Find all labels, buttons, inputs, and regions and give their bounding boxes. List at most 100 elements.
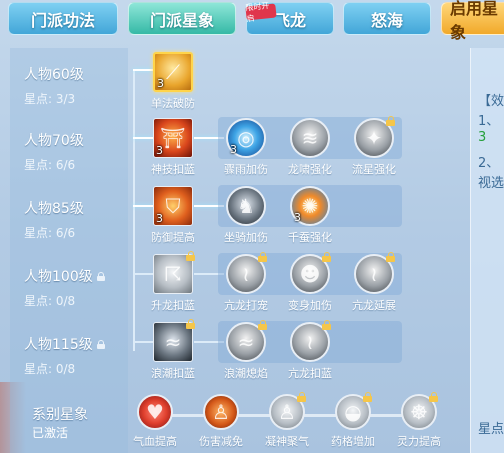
skill-count: 3	[156, 212, 163, 225]
series-label: 气血提高	[133, 435, 177, 448]
series-label: 伤害减免	[199, 435, 243, 448]
series-row: 系别星象 已激活 ♥ 气血提高 ♙ 伤害减免 ♙ 凝神聚气 ◒ 药格增加 ☸ 灵…	[0, 388, 504, 453]
lock-icon	[363, 392, 373, 403]
tier-points: 星点: 6/6	[24, 226, 76, 240]
lock-icon	[322, 320, 332, 331]
series-label: 灵力提高	[397, 435, 441, 448]
skill-count: 3	[230, 143, 237, 156]
series-label: 药格增加	[331, 435, 375, 448]
skill-node[interactable]: ✦ 流星强化	[342, 116, 406, 177]
effect-line: 1、	[478, 114, 500, 129]
skill-label: 坐骑加伤	[224, 231, 268, 244]
series-status: 已激活	[32, 426, 69, 440]
skill-label: 亢龙延展	[352, 299, 396, 312]
potion-icon: ◒	[335, 392, 373, 430]
tier-points: 星点: 0/8	[24, 294, 76, 308]
tier-115: 人物115级 星点: 0/8	[24, 334, 105, 377]
skill-label: 神技扣蓝	[151, 163, 195, 176]
tab-sect-stars[interactable]: 门派星象	[128, 2, 236, 35]
skill-node[interactable]: ⟋ 3 单法破防	[141, 52, 205, 111]
dragon-extend-icon: ≀	[354, 252, 395, 294]
series-node[interactable]: ☸ 灵力提高	[387, 392, 451, 449]
skill-count: 3	[157, 77, 164, 90]
tier-points: 星点: 6/6	[24, 158, 76, 172]
skill-node[interactable]: ✺ 3 千蚕强化	[278, 186, 342, 245]
mount-icon: ♞	[226, 186, 266, 226]
lock-icon	[186, 251, 196, 262]
dragon-mana-icon: ≀	[290, 320, 332, 362]
lock-icon	[96, 339, 105, 349]
skill-label: 单法破防	[151, 97, 195, 110]
effect-line: 视选	[478, 176, 504, 191]
skill-node[interactable]: ⛉ 3 防御提高	[141, 186, 205, 245]
skill-node[interactable]: ◎ 3 骤雨加伤	[214, 118, 278, 177]
series-label: 凝神聚气	[265, 435, 309, 448]
skill-label: 浪潮扣蓝	[151, 367, 195, 380]
tier-85: 人物85级 星点: 6/6	[24, 198, 84, 241]
series-node[interactable]: ♥ 气血提高	[123, 394, 187, 449]
wave-icon: ≈	[153, 319, 196, 362]
activate-stars-button[interactable]: 启用星象	[441, 0, 504, 42]
skill-node[interactable]: ≀ 亢龙延展	[342, 252, 406, 313]
limited-time-badge: 限时开启	[245, 1, 277, 24]
tier-100: 人物100级 星点: 0/8	[24, 266, 105, 309]
skill-label: 防御提高	[151, 231, 195, 244]
skill-node[interactable]: ⛩ 3 神技扣蓝	[141, 118, 205, 177]
rising-dragon-icon: ☈	[153, 251, 196, 294]
focus-icon: ♙	[269, 392, 307, 430]
tier-level: 人物115级	[24, 337, 93, 353]
lock-icon	[386, 116, 396, 127]
skill-label: 升龙扣蓝	[151, 299, 195, 312]
skill-count: 3	[294, 211, 301, 224]
skill-label: 浪潮熄焰	[224, 367, 268, 380]
lock-icon	[322, 252, 332, 263]
staff-icon: ⟋ 3	[153, 52, 193, 92]
series-node[interactable]: ♙ 伤害减免	[189, 394, 253, 449]
skill-node[interactable]: ≀ 亢龙扣蓝	[278, 320, 342, 381]
tier-level: 人物60级	[24, 67, 84, 83]
star-points-label: 星点	[478, 422, 504, 437]
tab-sect-skills[interactable]: 门派功法	[8, 2, 118, 35]
series-node[interactable]: ◒ 药格增加	[321, 392, 385, 449]
warrior-icon: ♙	[203, 394, 239, 430]
silkworm-icon: ✺ 3	[290, 186, 330, 226]
lock-icon	[258, 252, 268, 263]
tier-60: 人物60级 星点: 3/3	[24, 64, 84, 107]
skill-node[interactable]: ♞ 坐骑加伤	[214, 186, 278, 245]
dragon-strike-icon: ≀	[226, 252, 268, 294]
shield-icon: ⛉ 3	[153, 186, 193, 226]
skill-label: 骤雨加伤	[224, 163, 268, 176]
wave-flame-icon: ≈	[226, 320, 267, 362]
skill-node[interactable]: ≋ 龙啸强化	[278, 118, 342, 177]
tab-bar: 门派功法 门派星象 飞龙 限时开启 怒海 启用星象	[0, 0, 504, 42]
dragon-roar-icon: ≋	[290, 118, 330, 158]
skill-node[interactable]: ≀ 亢龙打宠	[214, 252, 278, 313]
lock-icon	[297, 392, 307, 403]
skill-label: 亢龙扣蓝	[288, 367, 332, 380]
tier-points: 星点: 0/8	[24, 362, 76, 376]
tier-level: 人物100级	[24, 269, 93, 285]
tab-angry-sea[interactable]: 怒海	[343, 2, 431, 35]
skill-label: 千蚕强化	[288, 231, 332, 244]
tier-level: 人物85级	[24, 201, 84, 217]
effect-value: 3	[478, 130, 487, 145]
skill-node[interactable]: ☈ 升龙扣蓝	[141, 251, 205, 313]
skill-node[interactable]: ☻ 变身加伤	[278, 252, 342, 313]
skill-label: 变身加伤	[288, 299, 332, 312]
tier-level: 人物70级	[24, 133, 84, 149]
series-node[interactable]: ♙ 凝神聚气	[255, 392, 319, 449]
skill-node[interactable]: ≈ 浪潮熄焰	[214, 320, 278, 381]
lock-icon	[186, 319, 196, 330]
meteor-icon: ✦	[354, 116, 396, 158]
tree-trunk	[133, 69, 135, 351]
tier-70: 人物70级 星点: 6/6	[24, 130, 84, 173]
vortex-icon: ◎ 3	[226, 118, 266, 158]
skill-count: 3	[156, 144, 163, 157]
pagoda-icon: ⛩ 3	[153, 118, 193, 158]
skill-node[interactable]: ≈ 浪潮扣蓝	[141, 319, 205, 381]
heart-icon: ♥	[137, 394, 173, 430]
effect-heading: 【效	[478, 94, 504, 109]
effect-line: 2、	[478, 156, 500, 171]
skill-label: 流星强化	[352, 163, 396, 176]
lock-icon	[96, 271, 105, 281]
